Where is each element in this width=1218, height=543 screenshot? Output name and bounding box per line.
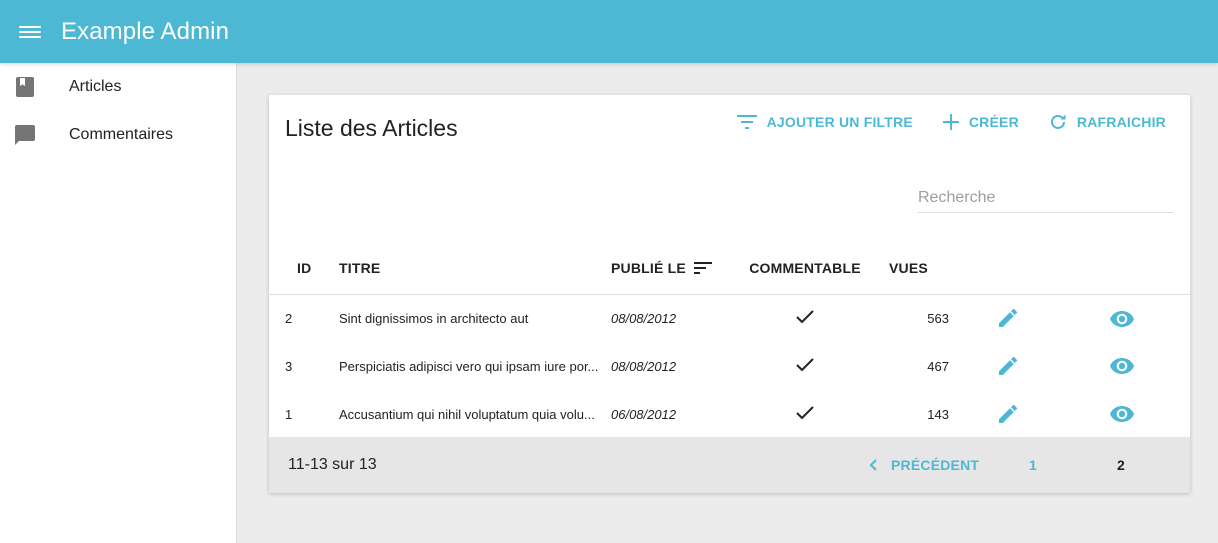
cell-views: 467	[927, 358, 949, 374]
chevron-left-icon	[869, 459, 877, 471]
plus-icon	[942, 114, 959, 130]
app-title: Example Admin	[61, 17, 230, 45]
column-header-commentable[interactable]: COMMENTABLE	[725, 242, 885, 294]
menu-icon[interactable]	[19, 24, 41, 40]
cell-commentable	[725, 390, 885, 438]
edit-icon[interactable]	[999, 309, 1017, 328]
sidebar-item-label: Commentaires	[69, 126, 174, 143]
sidebar-item-articles[interactable]: Articles	[0, 63, 236, 111]
table-row[interactable]: 1 Accusantium qui nihil voluptatum quia …	[269, 390, 1190, 438]
cell-show	[1063, 342, 1190, 390]
refresh-label: RAFRAICHIR	[1076, 114, 1166, 130]
refresh-icon	[1050, 114, 1066, 129]
sort-icon	[693, 261, 712, 274]
check-icon	[796, 405, 814, 419]
cell-show	[1063, 294, 1190, 342]
eye-icon[interactable]	[1109, 310, 1134, 327]
pagination-bar: 11-13 sur 13 PRÉCÉDENT 1 2	[269, 437, 1190, 493]
column-header-views[interactable]: VUES	[885, 242, 953, 294]
cell-published: 08/08/2012	[611, 310, 677, 326]
chat-bubble-icon	[14, 124, 36, 146]
page-button-2-current[interactable]: 2	[1117, 437, 1125, 493]
eye-icon[interactable]	[1109, 406, 1134, 423]
check-icon	[796, 357, 814, 371]
create-button[interactable]: CRÉER	[942, 111, 1019, 133]
page-title: Liste des Articles	[285, 115, 458, 141]
table-row[interactable]: 3 Perspiciatis adipisci vero qui ipsam i…	[269, 342, 1190, 390]
cell-id: 2	[285, 310, 293, 326]
table-header-row: ID TITRE PUBLIÉ LE COMMENTABLE VUES	[269, 242, 1190, 294]
cell-edit	[953, 342, 1063, 390]
cell-id: 1	[285, 406, 293, 422]
column-header-id[interactable]: ID	[269, 242, 339, 294]
cell-edit	[953, 294, 1063, 342]
sidebar-item-label: Articles	[69, 78, 122, 95]
cell-published: 08/08/2012	[611, 358, 677, 374]
sidebar: Articles Commentaires	[0, 63, 237, 543]
eye-icon[interactable]	[1109, 358, 1134, 375]
refresh-button[interactable]: RAFRAICHIR	[1049, 111, 1166, 133]
pagination-range: 11-13 sur 13	[288, 456, 377, 473]
cell-commentable	[725, 294, 885, 342]
table-row[interactable]: 2 Sint dignissimos in architecto aut 08/…	[269, 294, 1190, 342]
app-bar: Example Admin	[0, 0, 1218, 63]
cell-views: 143	[927, 406, 949, 422]
column-header-edit	[953, 242, 1063, 294]
book-icon	[14, 76, 36, 98]
previous-page-button[interactable]: PRÉCÉDENT	[869, 437, 979, 493]
edit-icon[interactable]	[999, 357, 1017, 375]
sidebar-item-comments[interactable]: Commentaires	[0, 111, 236, 159]
cell-title: Accusantium qui nihil voluptatum quia vo…	[339, 406, 595, 422]
cell-title: Sint dignissimos in architecto aut	[339, 310, 529, 326]
column-header-published[interactable]: PUBLIÉ LE	[611, 242, 725, 294]
filter-icon	[736, 115, 757, 129]
toolbar: AJOUTER UN FILTRE CRÉER RAFRAICHIR	[707, 111, 1166, 133]
edit-icon[interactable]	[999, 405, 1017, 423]
articles-table: ID TITRE PUBLIÉ LE COMMENTABLE VUES 2 Si…	[269, 242, 1190, 438]
page-button-1[interactable]: 1	[1029, 437, 1037, 493]
add-filter-button[interactable]: AJOUTER UN FILTRE	[736, 111, 913, 133]
cell-show	[1063, 390, 1190, 438]
add-filter-label: AJOUTER UN FILTRE	[766, 114, 913, 130]
check-icon	[796, 310, 814, 324]
column-header-title[interactable]: TITRE	[339, 242, 611, 294]
cell-views: 563	[927, 310, 949, 326]
cell-edit	[953, 390, 1063, 438]
create-label: CRÉER	[968, 114, 1019, 130]
cell-commentable	[725, 342, 885, 390]
previous-page-label: PRÉCÉDENT	[891, 457, 980, 473]
column-header-show	[1063, 242, 1190, 294]
cell-title: Perspiciatis adipisci vero qui ipsam iur…	[339, 358, 599, 374]
list-card: Liste des Articles AJOUTER UN FILTRE CRÉ…	[269, 95, 1190, 493]
search-input[interactable]	[918, 183, 1173, 213]
cell-published: 06/08/2012	[611, 406, 677, 422]
column-header-published-label: PUBLIÉ LE	[611, 259, 686, 276]
cell-id: 3	[285, 358, 293, 374]
